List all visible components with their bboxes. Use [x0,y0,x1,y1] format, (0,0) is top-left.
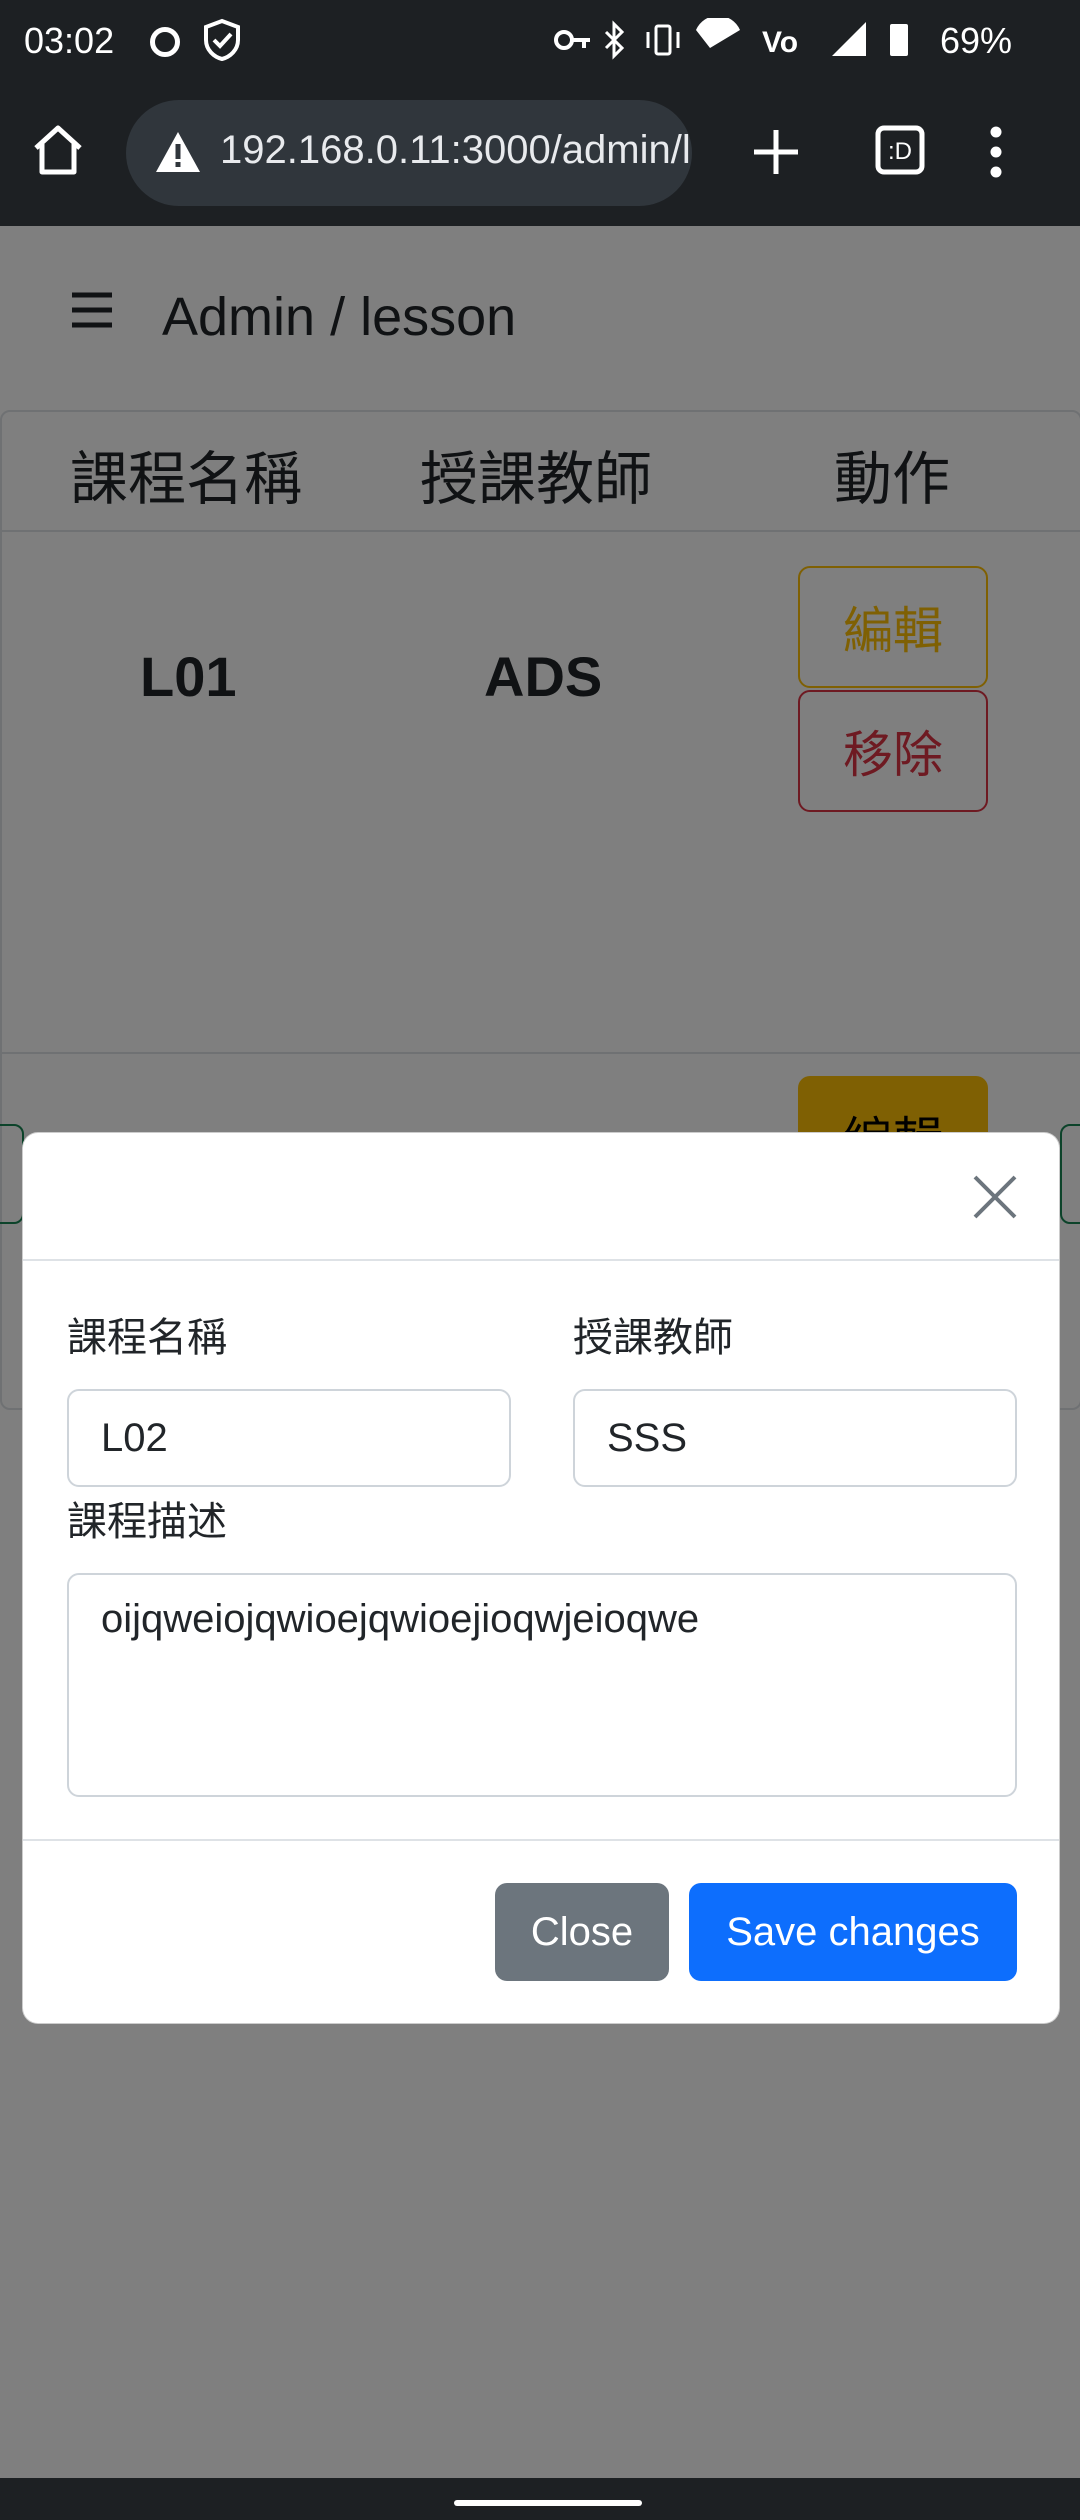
url-bar[interactable]: 192.168.0.11:3000/admin/lesson [126,100,692,206]
warning-icon[interactable] [154,130,202,178]
url-text[interactable]: 192.168.0.11:3000/admin/lesson [220,128,692,173]
navigation-bar [0,2478,1080,2520]
gesture-handle[interactable] [454,2500,642,2506]
edit-lesson-modal: 課程名稱 授課教師 課程描述 oijqweiojqwioejqwioejioqw… [22,1132,1060,2024]
circle-icon [150,27,180,57]
page: Admin / lesson 課程名稱 授課教師 動作 L01 ADS 編輯 移… [0,226,1080,2478]
description-textarea[interactable]: oijqweiojqwioejqwioejioqwjeioqwe [67,1573,1017,1797]
teacher-input[interactable] [573,1389,1017,1487]
volte-icon: Vo [762,26,798,59]
battery-icon [890,24,908,56]
plus-icon[interactable] [746,122,806,186]
close-button[interactable]: Close [495,1883,669,1981]
teacher-label: 授課教師 [573,1315,733,1361]
svg-text:Vo: Vo [762,26,798,59]
wifi-icon [696,15,740,48]
tabs-icon[interactable]: :D [872,122,928,182]
save-changes-button[interactable]: Save changes [689,1883,1017,1981]
shield-icon [202,18,242,67]
browser-toolbar: 192.168.0.11:3000/admin/lesson :D [0,80,1080,226]
vibrate-icon [646,24,680,56]
status-icons: Vo [550,15,930,67]
lesson-name-label: 課程名稱 [67,1315,227,1361]
svg-text::D: :D [888,138,912,165]
more-vert-icon[interactable] [984,120,1008,188]
description-label: 課程描述 [67,1499,227,1545]
key-icon [554,30,590,50]
signal-icon [832,22,866,56]
close-icon[interactable] [969,1171,1021,1223]
bluetooth-icon [604,20,625,60]
status-bar: 03:02 Vo 69% [0,0,1080,80]
status-time: 03:02 [24,20,115,61]
modal-footer-divider [23,1839,1059,1841]
battery-percent: 69% [940,20,1013,61]
modal-header [23,1133,1059,1261]
home-icon[interactable] [30,122,94,186]
lesson-name-input[interactable] [67,1389,511,1487]
